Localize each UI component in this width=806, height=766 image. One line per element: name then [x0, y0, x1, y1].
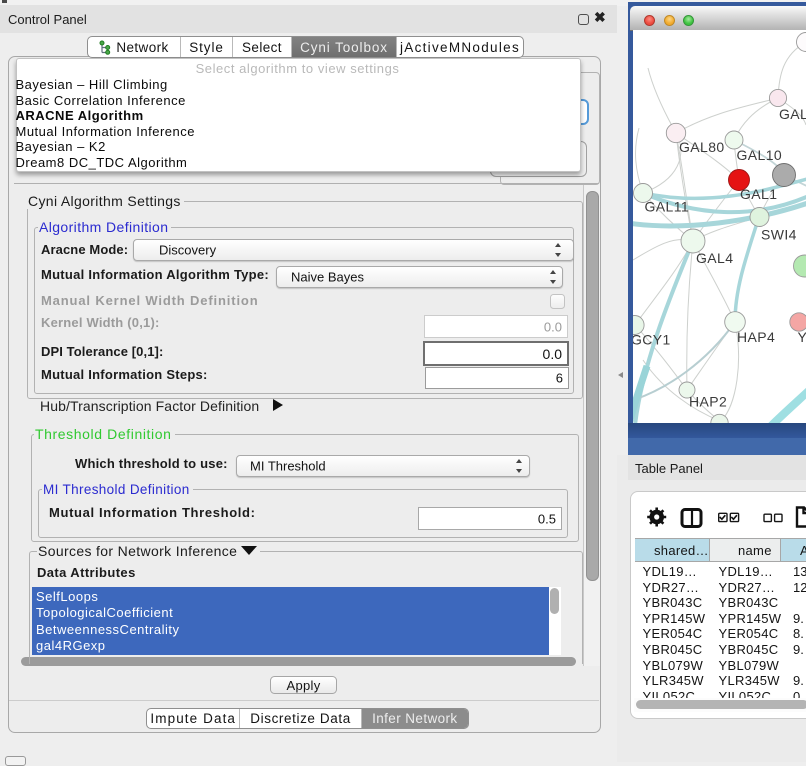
svg-text:GAL1: GAL1 [740, 186, 777, 202]
svg-text:GAL10: GAL10 [737, 147, 783, 163]
svg-text:YE: YE [798, 329, 806, 345]
svg-text:GAL80: GAL80 [679, 139, 725, 155]
svg-text:GCY1: GCY1 [633, 332, 671, 348]
svg-text:GAL7: GAL7 [779, 106, 806, 122]
svg-text:GAL4: GAL4 [696, 250, 733, 266]
svg-text:SWI4: SWI4 [761, 227, 797, 243]
svg-text:HAP2: HAP2 [689, 394, 727, 410]
svg-text:HAP4: HAP4 [737, 329, 775, 345]
svg-text:GAL11: GAL11 [645, 199, 690, 215]
